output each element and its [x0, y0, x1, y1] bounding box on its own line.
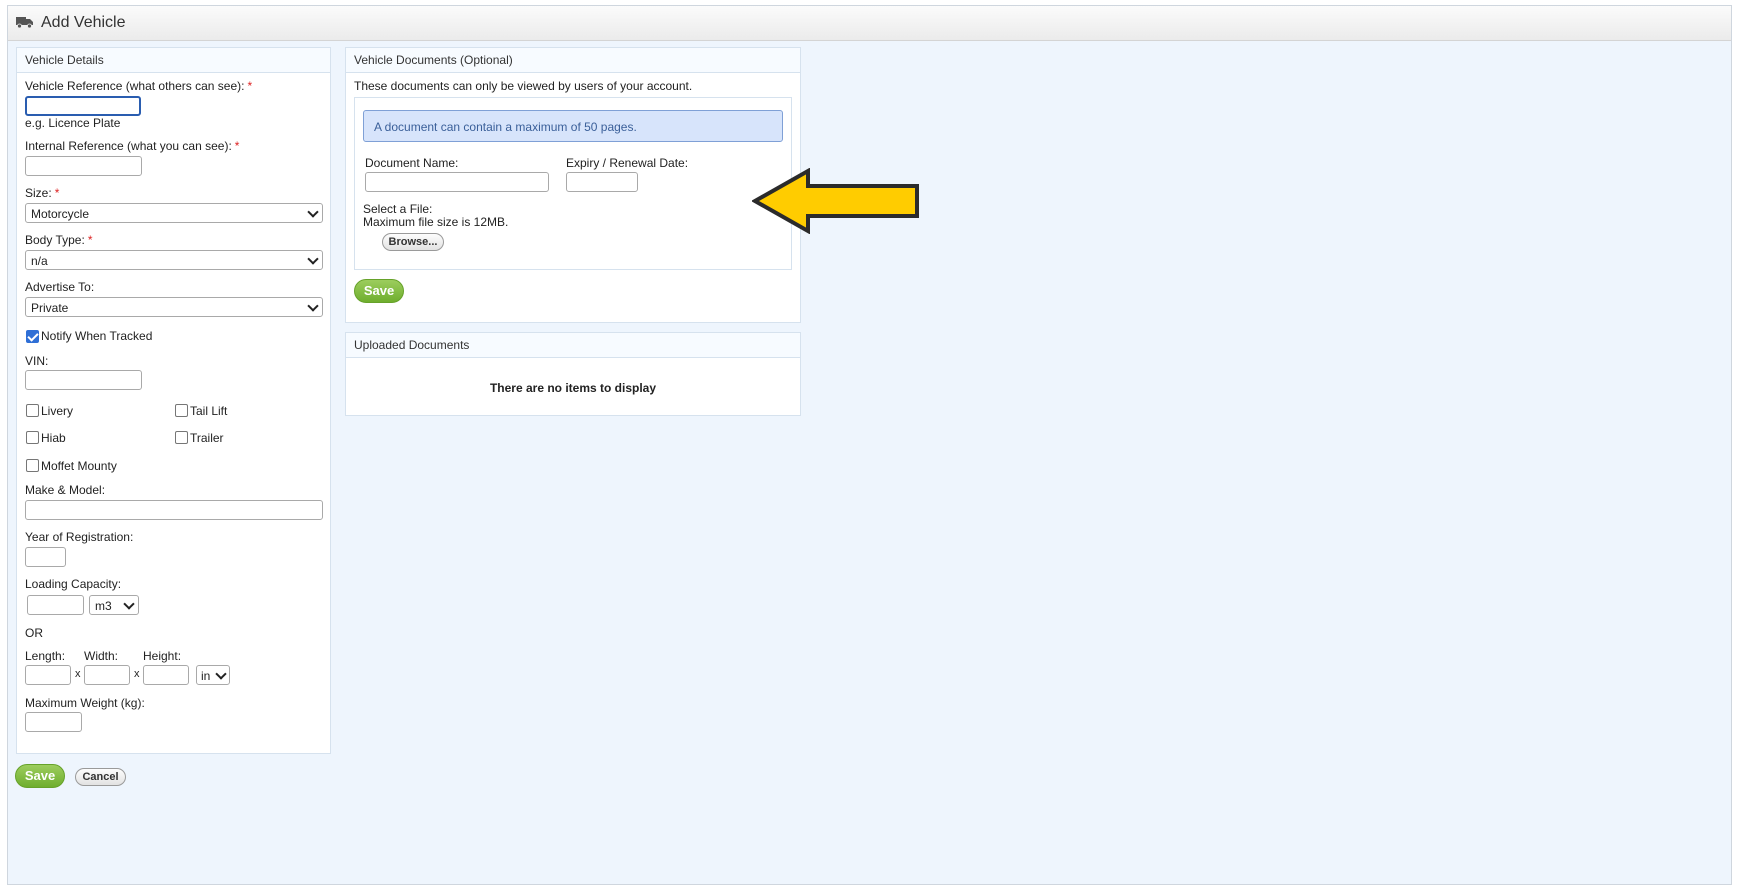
vehicle-details-header: Vehicle Details [17, 48, 330, 73]
dimension-unit-value: in [201, 669, 211, 683]
vehicle-reference-hint: e.g. Licence Plate [25, 116, 121, 130]
chevron-down-icon [307, 206, 319, 218]
tail-lift-label: Tail Lift [190, 404, 228, 418]
chevron-down-icon [123, 598, 135, 610]
height-input[interactable] [143, 665, 189, 685]
width-input[interactable] [84, 665, 130, 685]
max-file-size-text: Maximum file size is 12MB. [363, 215, 509, 229]
save-button[interactable]: Save [15, 764, 65, 788]
moffet-mounty-label: Moffet Mounty [41, 459, 117, 473]
uploaded-documents-header: Uploaded Documents [346, 333, 800, 358]
documents-note: These documents can only be viewed by us… [354, 79, 693, 93]
loading-capacity-unit-select[interactable]: m3 [89, 595, 139, 615]
dimension-separator: x [134, 668, 140, 680]
vehicle-details-panel: Vehicle Details Vehicle Reference (what … [16, 47, 331, 754]
select-file-label: Select a File: [363, 202, 433, 216]
year-registration-label: Year of Registration: [25, 530, 134, 544]
trailer-label: Trailer [190, 431, 224, 445]
expiry-date-input[interactable] [566, 172, 638, 192]
tail-lift-checkbox[interactable] [175, 404, 188, 417]
browse-button[interactable]: Browse... [382, 233, 444, 251]
livery-label: Livery [41, 404, 74, 418]
panel-title: Vehicle Documents (Optional) [354, 53, 513, 67]
width-label: Width: [84, 649, 119, 663]
max-weight-input[interactable] [25, 712, 82, 732]
documents-save-button[interactable]: Save [354, 279, 404, 303]
cancel-button[interactable]: Cancel [75, 768, 126, 786]
dimension-unit-select[interactable]: in [196, 665, 230, 685]
chevron-down-icon [307, 300, 319, 312]
info-message-text: A document can contain a maximum of 50 p… [374, 120, 637, 134]
annotation-arrow-icon [752, 168, 919, 234]
vin-input[interactable] [25, 370, 142, 390]
height-label: Height: [143, 649, 182, 663]
size-selected-value: Motorcycle [31, 207, 90, 221]
notify-when-tracked-label: Notify When Tracked [41, 329, 153, 343]
moffet-mounty-checkbox[interactable] [26, 459, 39, 472]
dimension-separator: x [75, 668, 81, 680]
page-title: Add Vehicle [41, 14, 126, 31]
advertise-to-selected-value: Private [31, 301, 69, 315]
chevron-down-icon [307, 253, 319, 265]
internal-reference-input[interactable] [25, 156, 142, 176]
vehicle-reference-input[interactable] [25, 96, 141, 116]
size-label: Size: * [25, 186, 60, 200]
chevron-down-icon [215, 668, 227, 680]
document-name-input[interactable] [365, 172, 549, 192]
body-type-select[interactable]: n/a [25, 250, 323, 270]
vehicle-reference-label: Vehicle Reference (what others can see):… [25, 79, 253, 93]
trailer-checkbox[interactable] [175, 431, 188, 444]
expiry-date-label: Expiry / Renewal Date: [566, 156, 689, 170]
panel-title: Vehicle Details [25, 53, 104, 67]
internal-reference-label: Internal Reference (what you can see): * [25, 139, 240, 153]
length-label: Length: [25, 649, 66, 663]
hiab-checkbox[interactable] [26, 431, 39, 444]
year-registration-input[interactable] [25, 547, 66, 567]
size-select[interactable]: Motorcycle [25, 203, 323, 223]
make-model-label: Make & Model: [25, 483, 106, 497]
title-bar: Add Vehicle [8, 6, 1731, 41]
truck-icon [16, 17, 33, 28]
vin-label: VIN: [25, 354, 49, 368]
add-vehicle-window: Add Vehicle Vehicle Details Vehicle Refe… [7, 5, 1732, 885]
advertise-to-select[interactable]: Private [25, 297, 323, 317]
loading-capacity-input[interactable] [27, 595, 84, 615]
uploaded-documents-panel: Uploaded Documents There are no items to… [345, 332, 801, 416]
vehicle-documents-panel: Vehicle Documents (Optional) These docum… [345, 47, 801, 323]
info-message: A document can contain a maximum of 50 p… [363, 110, 783, 142]
loading-capacity-unit-value: m3 [95, 599, 112, 613]
or-label: OR [25, 626, 43, 640]
document-name-label: Document Name: [365, 156, 459, 170]
hiab-label: Hiab [41, 431, 66, 445]
make-model-input[interactable] [25, 500, 323, 520]
body-type-label: Body Type: * [25, 233, 93, 247]
empty-state-text: There are no items to display [489, 381, 657, 395]
notify-when-tracked-checkbox[interactable] [26, 330, 39, 343]
livery-checkbox[interactable] [26, 404, 39, 417]
max-weight-label: Maximum Weight (kg): [25, 696, 145, 710]
advertise-to-label: Advertise To: [25, 280, 95, 294]
loading-capacity-label: Loading Capacity: [25, 577, 122, 591]
body-type-selected-value: n/a [31, 254, 48, 268]
panel-title: Uploaded Documents [354, 338, 470, 352]
document-upload-box: A document can contain a maximum of 50 p… [354, 97, 792, 270]
vehicle-documents-header: Vehicle Documents (Optional) [346, 48, 800, 73]
length-input[interactable] [25, 665, 71, 685]
